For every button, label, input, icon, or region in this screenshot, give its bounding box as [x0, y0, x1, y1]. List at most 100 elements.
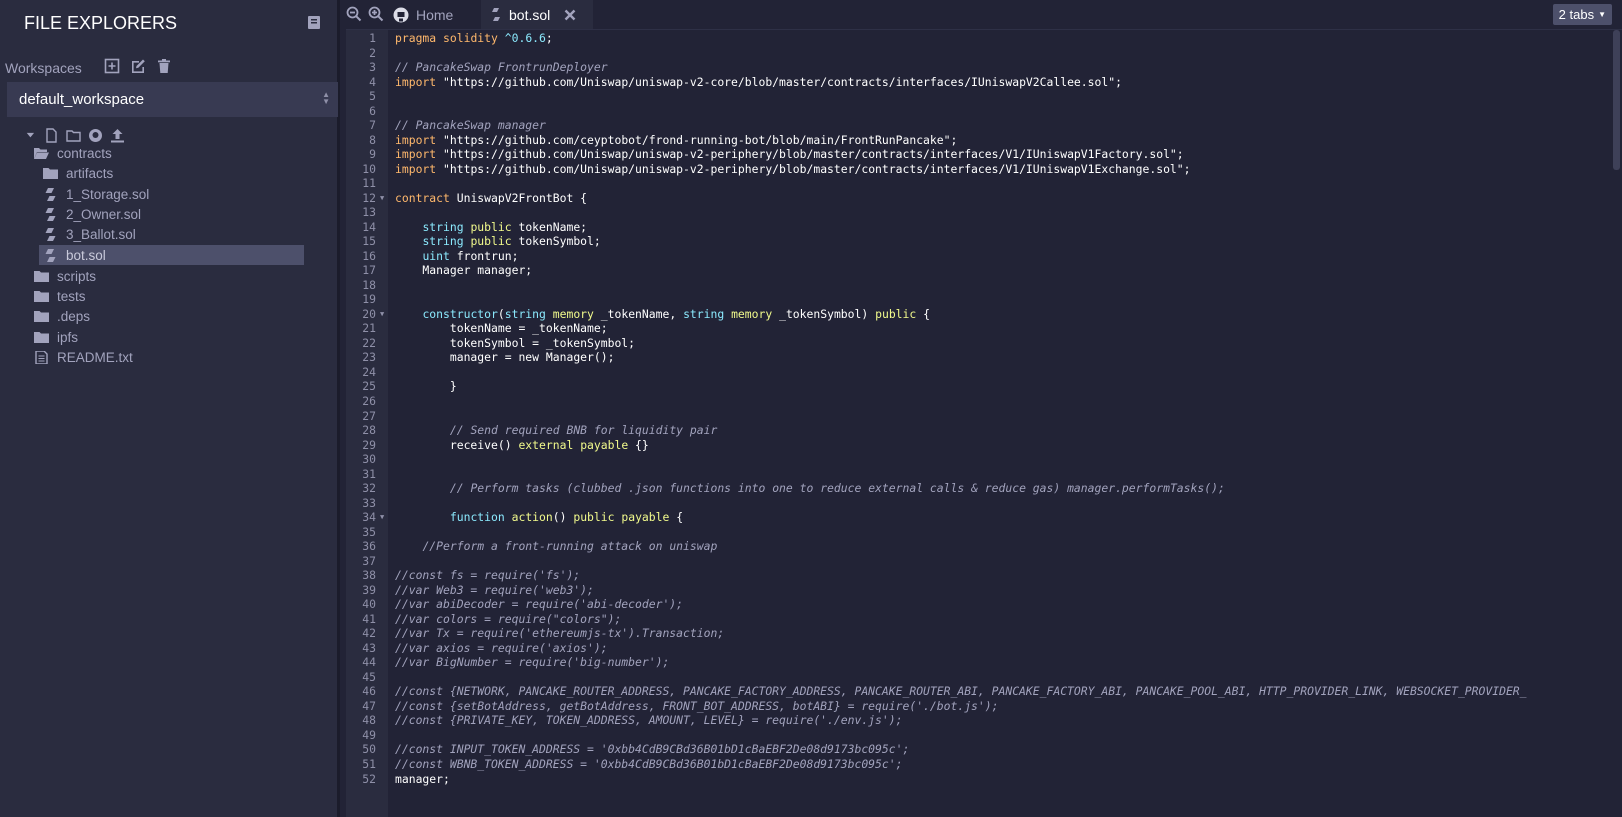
tree-item-readme-txt[interactable]: README.txt [34, 347, 133, 367]
tree-item-bot-sol[interactable]: bot.sol [39, 245, 304, 265]
tree-item-label: README.txt [57, 349, 133, 365]
folder-icon [34, 310, 57, 323]
code-line: import "https://github.com/Uniswap/unisw… [395, 162, 1191, 176]
close-tab-icon[interactable] [564, 9, 576, 21]
zoom-out-icon[interactable] [346, 6, 362, 22]
line-number: 33 [362, 496, 376, 510]
line-number: 38 [362, 568, 376, 582]
code-line: //const INPUT_TOKEN_ADDRESS = '0xbb4CdB9… [395, 742, 910, 756]
tree-item-contracts[interactable]: contracts [34, 143, 112, 163]
create-workspace-icon[interactable] [104, 58, 120, 74]
code-line: pragma solidity ^0.6.6; [395, 31, 553, 45]
line-number: 4 [369, 75, 376, 89]
file-text-icon [34, 350, 57, 364]
code-line: //var abiDecoder = require('abi-decoder'… [395, 597, 684, 611]
line-number: 47 [362, 699, 376, 713]
code-line: constructor(string memory _tokenName, st… [422, 307, 930, 321]
code-line: // PancakeSwap manager [395, 118, 546, 132]
tree-item-label: .deps [57, 308, 91, 324]
code-line: //var Tx = require('ethereumjs-tx').Tran… [395, 626, 725, 640]
line-number: 50 [362, 742, 376, 756]
workspace-actions [104, 58, 172, 74]
line-number: 14 [362, 220, 376, 234]
tree-item-tests[interactable]: tests [34, 286, 86, 306]
tabs-dropdown[interactable]: 2 tabs ▼ [1552, 4, 1612, 25]
code-line: // Send required BNB for liquidity pair [449, 423, 718, 437]
tree-item-artifacts[interactable]: artifacts [43, 163, 113, 183]
line-number: 9 [369, 147, 376, 161]
line-number: 29 [362, 438, 376, 452]
tab-home[interactable]: Home [388, 0, 472, 29]
line-number: 17 [362, 263, 376, 277]
code-editor[interactable]: 1 pragma solidity ^0.6.6; 2 3 // PancakeSwap… [346, 31, 1622, 817]
tab-bot-sol[interactable]: bot.sol [481, 0, 593, 29]
zoom-in-icon[interactable] [368, 6, 384, 22]
code-line: import "https://github.com/ceyptobot/fro… [395, 133, 958, 147]
tree-item-scripts[interactable]: scripts [34, 266, 96, 286]
line-number: 34 [362, 510, 376, 524]
new-file-icon[interactable] [44, 128, 59, 143]
caret-down-icon[interactable] [26, 128, 37, 143]
tree-item-1-storage-sol[interactable]: 1_Storage.sol [43, 184, 149, 204]
line-number: 26 [362, 394, 376, 408]
line-number: 24 [362, 365, 376, 379]
code-line: import "https://github.com/Uniswap/unisw… [395, 75, 1122, 89]
code-line: Manager manager; [395, 263, 533, 277]
github-icon[interactable] [88, 128, 103, 143]
tree-item-label: ipfs [57, 329, 79, 345]
code-line: import "https://github.com/Uniswap/unisw… [395, 147, 1184, 161]
code-line: string public tokenName; [422, 220, 588, 234]
tabs-count: 2 tabs [1558, 7, 1595, 22]
line-number: 2 [369, 46, 376, 60]
rename-workspace-icon[interactable] [130, 58, 146, 74]
line-number: 39 [362, 583, 376, 597]
upload-icon[interactable] [110, 128, 125, 143]
line-number: 30 [362, 452, 376, 466]
workspace-select-value: default_workspace [19, 91, 145, 108]
code-line: //var axios = require('axios'); [395, 641, 608, 655]
line-number: 13 [362, 205, 376, 219]
folder-icon [34, 270, 57, 283]
solidity-icon [43, 187, 66, 201]
line-number: 51 [362, 757, 376, 771]
delete-workspace-icon[interactable] [156, 58, 172, 74]
folder-icon [43, 167, 66, 180]
line-number: 28 [362, 423, 376, 437]
code-line: manager; [395, 772, 450, 786]
code-line: uint frontrun; [422, 249, 519, 263]
tree-item-label: artifacts [66, 165, 114, 181]
panel-title: FILE EXPLORERS [24, 13, 178, 33]
line-number: 1 [369, 31, 376, 45]
tree-item-2-owner-sol[interactable]: 2_Owner.sol [43, 204, 141, 224]
code-line: manager = new Manager(); [395, 350, 615, 364]
line-number: 31 [362, 467, 376, 481]
code-line: function action() public payable { [449, 510, 684, 524]
fold-arrow-icon[interactable]: ▼ [380, 310, 384, 318]
file-explorer-panel: FILE EXPLORERS Workspaces default_worksp… [0, 0, 340, 817]
line-number: 41 [362, 612, 376, 626]
docs-icon[interactable] [308, 16, 320, 29]
line-number: 27 [362, 409, 376, 423]
solidity-icon [43, 227, 66, 241]
folder-icon [34, 290, 57, 303]
solidity-icon [43, 207, 66, 221]
line-number: 49 [362, 728, 376, 742]
new-folder-icon[interactable] [66, 128, 81, 143]
line-number: 6 [369, 104, 376, 118]
code-line: //const {NETWORK, PANCAKE_ROUTER_ADDRESS… [395, 684, 1527, 698]
fold-arrow-icon[interactable]: ▼ [380, 513, 384, 521]
workspaces-label: Workspaces [5, 60, 82, 76]
code-line: //var BigNumber = require('big-number'); [395, 655, 670, 669]
workspace-select[interactable]: default_workspace ▲ ▼ [7, 82, 338, 117]
line-number: 25 [362, 379, 376, 393]
fold-arrow-icon[interactable]: ▼ [380, 194, 384, 202]
tree-item-3-ballot-sol[interactable]: 3_Ballot.sol [43, 224, 136, 244]
line-number: 35 [362, 525, 376, 539]
line-number: 22 [362, 336, 376, 350]
tree-item-ipfs[interactable]: ipfs [34, 327, 78, 347]
remix-logo-icon [393, 7, 409, 22]
line-number: 48 [362, 713, 376, 727]
chevron-down-icon: ▼ [1598, 10, 1606, 19]
tree-item-deps[interactable]: .deps [34, 306, 90, 326]
vertical-scrollbar[interactable] [1613, 30, 1620, 170]
